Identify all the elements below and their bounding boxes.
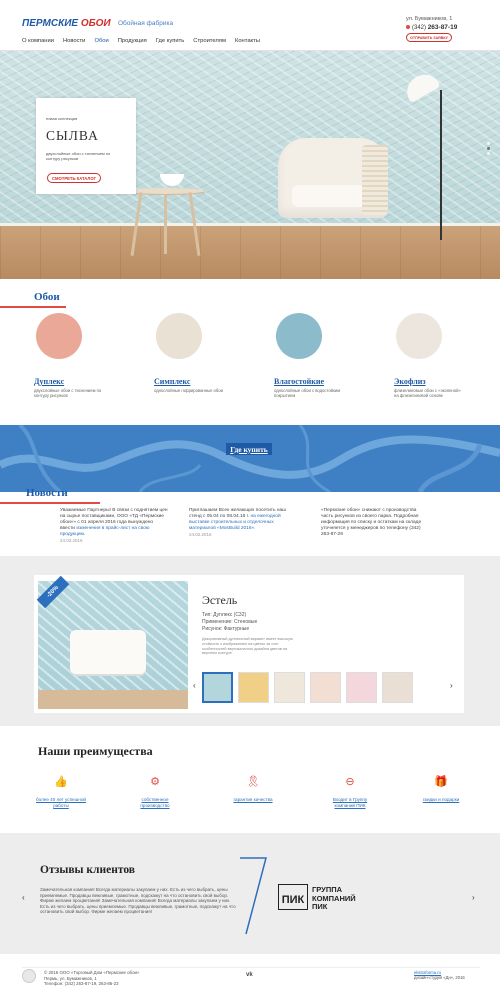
footer-divider [22, 967, 480, 968]
wallpaper-desc: флизелиновые обои с «экопеной» на флизел… [394, 388, 461, 398]
thumbs-next-arrow[interactable]: › [450, 681, 453, 690]
footer-logo [22, 969, 36, 983]
throw-blanket [362, 145, 388, 215]
wallpaper-swatch[interactable] [276, 313, 322, 359]
vk-icon[interactable]: vk [246, 972, 253, 978]
send-request-button[interactable]: ОТПРАВИТЬ ЗАЯВКУ [406, 33, 452, 42]
product-image-floor [38, 690, 188, 709]
product-name: Эстель [202, 593, 238, 607]
wallpaper-name[interactable]: Влагостойкие [274, 377, 324, 386]
phone-prefix: (342) [412, 25, 427, 31]
phone-icon [406, 25, 410, 30]
slider-dot[interactable] [487, 152, 490, 155]
gear-icon: ⚙ [150, 775, 160, 788]
map-rivers [0, 425, 500, 492]
gift-icon: 🎁 [434, 775, 448, 788]
advantage-text[interactable]: скидки и подарки [416, 797, 466, 803]
pik-company-name: ГРУППА КОМПАНИЙ ПИК [312, 885, 356, 912]
advantage-text[interactable]: гарантия качества [228, 797, 278, 803]
news-item: Уважаемые Партнеры! В связи с поднятием … [60, 508, 168, 544]
news-date: 24.02.2016 [60, 538, 83, 543]
news-text: «Пермские обои» снижают с производства ч… [321, 508, 422, 537]
hero-desc: двухслойные обои с тиснением по контуру … [46, 151, 111, 161]
footer-phone: Телефон: (342) 263-87-19, 263-86-23 [44, 981, 119, 986]
wallpaper-swatch[interactable] [396, 313, 442, 359]
logo-part1: ПЕРМСКИЕ [22, 18, 79, 29]
wallpaper-desc: однослойные гофрированные обои [154, 388, 223, 393]
news-item: Приглашаем Всех желающих посетить наш ст… [189, 508, 297, 538]
news-date: 24.02.2016 [189, 532, 212, 537]
reviews-heading: Отзывы клиентов [40, 864, 136, 876]
product-thumbnail[interactable] [274, 672, 305, 703]
slider-dot[interactable] [487, 142, 490, 145]
pik-logo: ПИК [278, 884, 308, 910]
product-thumbnail[interactable] [382, 672, 413, 703]
hero-tag: новая коллекция [46, 116, 78, 121]
heading-underline [0, 306, 66, 308]
wallpaper-name[interactable]: Дуплекс [34, 377, 64, 386]
pik-logo-text: ПИК [281, 894, 305, 906]
wallpapers-heading: Обои [34, 291, 60, 303]
award-icon: 🎗 [246, 775, 260, 788]
advantage-text[interactable]: собственное производство [130, 797, 180, 808]
lamp-stand [440, 90, 442, 240]
footer-copyright: © 2016 ООО «Торговый Дом «Пермские обои» [44, 970, 140, 975]
product-thumbnail[interactable] [238, 672, 269, 703]
logo[interactable]: ПЕРМСКИЕ ОБОИ [22, 18, 111, 29]
news-item: «Пермские обои» снижают с производства ч… [321, 508, 429, 538]
review-text: Замечательная компания! Всегда материалы… [40, 887, 236, 915]
thumbs-prev-arrow[interactable]: ‹ [193, 681, 196, 690]
view-catalog-button[interactable]: СМОТРЕТЬ КАТАЛОГ [47, 173, 101, 183]
product-spec: Применение: Стеновые [202, 619, 258, 625]
product-desc: Декоративный дуплексный вариант имеет вы… [202, 637, 293, 656]
product-thumbnail[interactable] [202, 672, 233, 703]
header-address: ул. Бумажников, 1 [406, 16, 453, 22]
wallpaper-swatch[interactable] [36, 313, 82, 359]
header-phone: (342) 263-87-19 [406, 24, 457, 31]
hero-card: новая коллекция СЫЛВА двухслойные обои с… [36, 98, 136, 194]
studio-credit: дизайн-студия «Дн», 2016 [414, 975, 465, 981]
review-divider-shape [240, 857, 267, 935]
heading-underline [0, 502, 100, 504]
advantage-text[interactable]: более 40 лет успешной работы [36, 797, 86, 808]
dealer-map[interactable] [0, 425, 500, 492]
wallpaper-name[interactable]: Экофлиз [394, 377, 426, 386]
product-thumbnail[interactable] [310, 672, 341, 703]
phone-number: 263-87-19 [427, 24, 458, 31]
advantages-heading: Наши преимущества [38, 744, 153, 758]
product-thumbnails [202, 672, 413, 703]
footer-contacts: © 2016 ООО «Торговый Дом «Пермские обои»… [44, 970, 139, 987]
wallpaper-name[interactable]: Симплекс [154, 377, 190, 386]
product-thumbnail[interactable] [346, 672, 377, 703]
product-spec: Тип: Дуплекс (С32) [202, 612, 247, 618]
reviews-prev-arrow[interactable]: ‹ [22, 893, 25, 902]
hero-floor [0, 226, 500, 279]
production-icon: ⊖ [345, 775, 355, 788]
advantage-text[interactable]: Входит в Группу компаний ПИК [325, 797, 375, 808]
footer-studio: ekstraforma.ru дизайн-студия «Дн», 2016 [414, 970, 465, 981]
thumbs-up-icon: 👍 [54, 775, 68, 788]
where-to-buy-button[interactable]: Где купить [226, 443, 272, 455]
pik-name-line: ПИК [312, 902, 328, 911]
wallpaper-desc: двухслойные обои с тиснением по контуру … [34, 388, 102, 398]
factory-tagline: Обойная фабрика [118, 20, 174, 27]
slider-dots [487, 142, 490, 155]
wallpaper-desc: однослойные обои с водостойким покрытием [274, 388, 341, 398]
hero-title: СЫЛВА [46, 128, 99, 143]
logo-part2: ОБОИ [80, 18, 111, 29]
slider-dot[interactable] [487, 147, 490, 150]
news-heading: Новости [26, 487, 68, 499]
wallpaper-swatch[interactable] [156, 313, 202, 359]
product-image-sofa [70, 630, 146, 674]
table-leg [164, 194, 167, 254]
reviews-next-arrow[interactable]: › [472, 893, 475, 902]
product-spec: Рисунок: Фактурные [202, 626, 250, 632]
